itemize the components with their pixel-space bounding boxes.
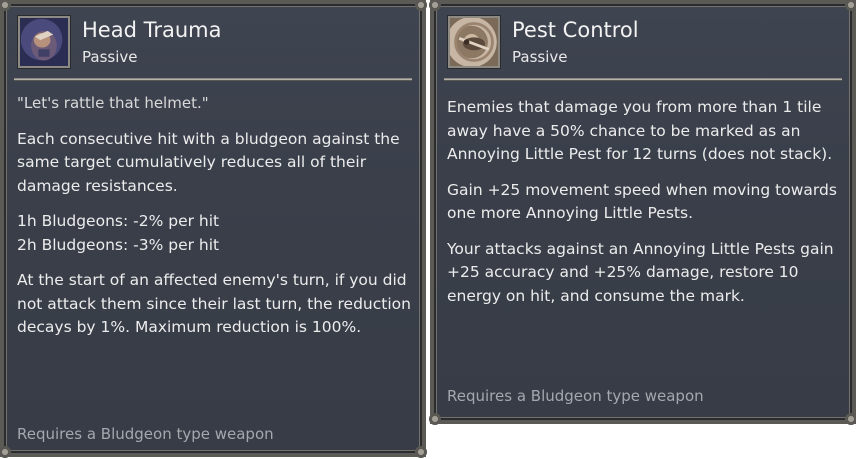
skill-title: Pest Control [512, 18, 639, 42]
frame-corner [844, 412, 856, 426]
pest-control-icon [448, 16, 500, 68]
header-divider [444, 78, 842, 81]
flavor-quote: "Let's rattle that helmet." [17, 94, 209, 112]
description-paragraph: Your attacks against an Annoying Little … [447, 239, 834, 305]
tooltip-body: "Let's rattle that helmet." Each consecu… [17, 92, 412, 352]
stat-line: 1h Bludgeons: -2% per hit [17, 212, 220, 230]
tooltip-header: Pest Control Passive [442, 12, 844, 76]
tooltip-header: Head Trauma Passive [12, 12, 414, 76]
frame-corner [428, 412, 442, 426]
skill-title: Head Trauma [82, 18, 222, 42]
description-paragraph: Gain +25 movement speed when moving towa… [447, 180, 837, 223]
head-trauma-icon [18, 16, 70, 68]
header-divider [14, 78, 412, 81]
weapon-requirement: Requires a Bludgeon type weapon [17, 425, 274, 443]
stat-line: 2h Bludgeons: -3% per hit [17, 235, 220, 254]
frame-corner [414, 0, 428, 12]
frame-corner [844, 0, 856, 12]
skill-type: Passive [512, 48, 568, 66]
description-paragraph: At the start of an affected enemy's turn… [17, 271, 411, 336]
frame-corner [0, 0, 12, 12]
tooltip-head-trauma: Head Trauma Passive "Let's rattle that h… [0, 0, 428, 459]
description-paragraph: Enemies that damage you from more than 1… [447, 98, 833, 163]
tooltip-body: Enemies that damage you from more than 1… [447, 96, 842, 320]
skill-type: Passive [82, 48, 138, 66]
tooltip-pest-control: Pest Control Passive Enemies that damage… [428, 0, 856, 426]
frame-corner [428, 0, 442, 12]
weapon-requirement: Requires a Bludgeon type weapon [447, 387, 704, 405]
description-paragraph: Each consecutive hit with a bludgeon aga… [17, 129, 400, 195]
